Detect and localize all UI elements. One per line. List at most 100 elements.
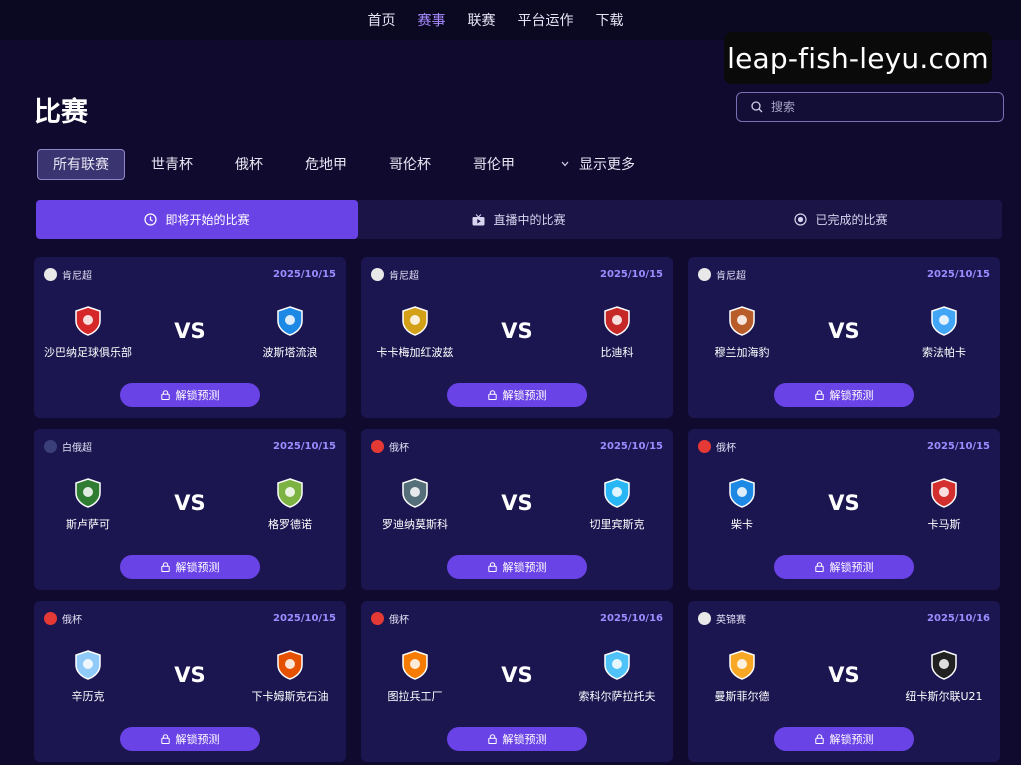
- match-card[interactable]: 俄杯 2025/10/15 罗迪纳莫斯科 VS 切里宾斯克 解锁预测: [361, 429, 673, 590]
- status-tab-2[interactable]: 已完成的比赛: [680, 200, 1002, 239]
- search-input[interactable]: [771, 100, 991, 114]
- match-card-header: 俄杯 2025/10/16: [371, 611, 663, 626]
- league-info: 英锦赛: [698, 611, 746, 626]
- league-info: 肯尼超: [698, 267, 746, 282]
- match-card-header: 英锦赛 2025/10/16: [698, 611, 990, 626]
- away-team[interactable]: 格罗德诺: [230, 477, 350, 532]
- nav-link-2[interactable]: 联赛: [468, 10, 496, 30]
- league-chip-1[interactable]: 世青杯: [135, 149, 209, 180]
- match-date: 2025/10/16: [600, 612, 663, 624]
- league-badge-icon: [698, 267, 711, 281]
- lock-icon: [814, 562, 824, 572]
- nav-link-0[interactable]: 首页: [368, 10, 396, 30]
- league-info: 肯尼超: [44, 267, 92, 282]
- match-card[interactable]: 俄杯 2025/10/15 辛历克 VS 下卡姆斯克石油 解锁预测: [34, 601, 346, 762]
- league-chip-3[interactable]: 危地甲: [289, 149, 363, 180]
- unlock-prediction-button[interactable]: 解锁预测: [774, 555, 914, 579]
- unlock-prediction-button[interactable]: 解锁预测: [774, 727, 914, 751]
- unlock-label: 解锁预测: [502, 561, 547, 574]
- unlock-label: 解锁预测: [175, 561, 220, 574]
- home-team-name: 图拉兵工厂: [387, 690, 443, 703]
- home-team-name: 穆兰加海豹: [714, 346, 770, 359]
- home-team-name: 斯卢萨可: [66, 518, 110, 531]
- match-grid: 肯尼超 2025/10/15 沙巴纳足球俱乐部 VS 波斯塔流浪 解锁预测 肯尼超 2025/…: [34, 257, 1000, 762]
- away-team-name: 索科尔萨拉托夫: [578, 690, 656, 703]
- league-name: 俄杯: [62, 614, 82, 626]
- unlock-prediction-button[interactable]: 解锁预测: [120, 727, 260, 751]
- match-date: 2025/10/15: [273, 612, 336, 624]
- away-team[interactable]: 比迪科: [557, 305, 677, 360]
- status-tab-1[interactable]: 直播中的比赛: [358, 200, 680, 239]
- lock-icon: [160, 390, 170, 400]
- unlock-prediction-button[interactable]: 解锁预测: [120, 383, 260, 407]
- home-team-name: 柴卡: [731, 518, 753, 531]
- away-team[interactable]: 下卡姆斯克石油: [230, 649, 350, 704]
- home-team-name: 卡卡梅加红波兹: [376, 346, 454, 359]
- match-card[interactable]: 英锦赛 2025/10/16 曼斯菲尔德 VS 纽卡斯尔联U21 解锁预测: [688, 601, 1000, 762]
- status-tab-label: 即将开始的比赛: [165, 213, 250, 227]
- nav-link-4[interactable]: 下载: [596, 10, 624, 30]
- unlock-label: 解锁预测: [829, 389, 874, 402]
- unlock-prediction-button[interactable]: 解锁预测: [447, 383, 587, 407]
- show-more-label: 显示更多: [579, 157, 635, 173]
- show-more-button[interactable]: 显示更多: [545, 149, 651, 180]
- tv-icon: [472, 213, 485, 226]
- away-team-crest-icon: [601, 477, 633, 509]
- league-chip-0[interactable]: 所有联赛: [37, 148, 125, 180]
- away-team[interactable]: 索法帕卡: [884, 305, 1004, 360]
- nav-link-3[interactable]: 平台运作: [518, 10, 574, 30]
- match-card-header: 俄杯 2025/10/15: [44, 611, 336, 626]
- home-team-name: 沙巴纳足球俱乐部: [44, 346, 132, 359]
- home-team-name: 曼斯菲尔德: [714, 690, 770, 703]
- lock-icon: [814, 390, 824, 400]
- match-status-tabs: 即将开始的比赛 直播中的比赛 已完成的比赛: [36, 200, 1002, 239]
- away-team-crest-icon: [274, 649, 306, 681]
- league-chip-5[interactable]: 哥伦甲: [457, 149, 531, 180]
- away-team-crest-icon: [928, 477, 960, 509]
- match-card[interactable]: 白俄超 2025/10/15 斯卢萨可 VS 格罗德诺 解锁预测: [34, 429, 346, 590]
- league-badge-icon: [44, 267, 57, 281]
- league-chip-2[interactable]: 俄杯: [219, 149, 279, 180]
- match-card[interactable]: 肯尼超 2025/10/15 卡卡梅加红波兹 VS 比迪科 解锁预测: [361, 257, 673, 418]
- unlock-prediction-button[interactable]: 解锁预测: [447, 727, 587, 751]
- league-name: 肯尼超: [716, 270, 746, 282]
- away-team-name: 纽卡斯尔联U21: [905, 690, 983, 703]
- away-team[interactable]: 纽卡斯尔联U21: [884, 649, 1004, 704]
- match-date: 2025/10/16: [927, 612, 990, 624]
- unlock-label: 解锁预测: [829, 733, 874, 746]
- league-info: 肯尼超: [371, 267, 419, 282]
- page-title: 比赛: [34, 97, 88, 128]
- unlock-label: 解锁预测: [175, 733, 220, 746]
- league-chip-4[interactable]: 哥伦杯: [373, 149, 447, 180]
- league-info: 俄杯: [371, 439, 409, 454]
- nav-link-1[interactable]: 赛事: [418, 10, 446, 30]
- search-box[interactable]: [736, 92, 1004, 122]
- unlock-prediction-button[interactable]: 解锁预测: [120, 555, 260, 579]
- away-team-name: 比迪科: [600, 346, 634, 359]
- match-card-header: 俄杯 2025/10/15: [698, 439, 990, 454]
- league-name: 英锦赛: [716, 614, 746, 626]
- away-team-crest-icon: [928, 305, 960, 337]
- circle-dot-icon: [794, 213, 808, 226]
- away-team[interactable]: 波斯塔流浪: [230, 305, 350, 360]
- away-team[interactable]: 卡马斯: [884, 477, 1004, 532]
- match-card[interactable]: 俄杯 2025/10/16 图拉兵工厂 VS 索科尔萨拉托夫 解锁预测: [361, 601, 673, 762]
- away-team-crest-icon: [601, 305, 633, 337]
- unlock-prediction-button[interactable]: 解锁预测: [774, 383, 914, 407]
- unlock-prediction-button[interactable]: 解锁预测: [447, 555, 587, 579]
- away-team-name: 波斯塔流浪: [262, 346, 318, 359]
- match-card[interactable]: 俄杯 2025/10/15 柴卡 VS 卡马斯 解锁预测: [688, 429, 1000, 590]
- away-team-name: 卡马斯: [927, 518, 961, 531]
- lock-icon: [160, 734, 170, 744]
- match-date: 2025/10/15: [600, 440, 663, 452]
- match-card-header: 肯尼超 2025/10/15: [371, 267, 663, 282]
- away-team[interactable]: 切里宾斯克: [557, 477, 677, 532]
- status-tab-0[interactable]: 即将开始的比赛: [36, 200, 358, 239]
- match-card[interactable]: 肯尼超 2025/10/15 穆兰加海豹 VS 索法帕卡 解锁预测: [688, 257, 1000, 418]
- away-team[interactable]: 索科尔萨拉托夫: [557, 649, 677, 704]
- match-card[interactable]: 肯尼超 2025/10/15 沙巴纳足球俱乐部 VS 波斯塔流浪 解锁预测: [34, 257, 346, 418]
- league-filter-bar: 所有联赛 世青杯 俄杯 危地甲 哥伦杯 哥伦甲 显示更多: [37, 148, 661, 180]
- league-name: 白俄超: [62, 442, 92, 454]
- away-team-name: 切里宾斯克: [589, 518, 645, 531]
- league-badge-icon: [371, 439, 384, 453]
